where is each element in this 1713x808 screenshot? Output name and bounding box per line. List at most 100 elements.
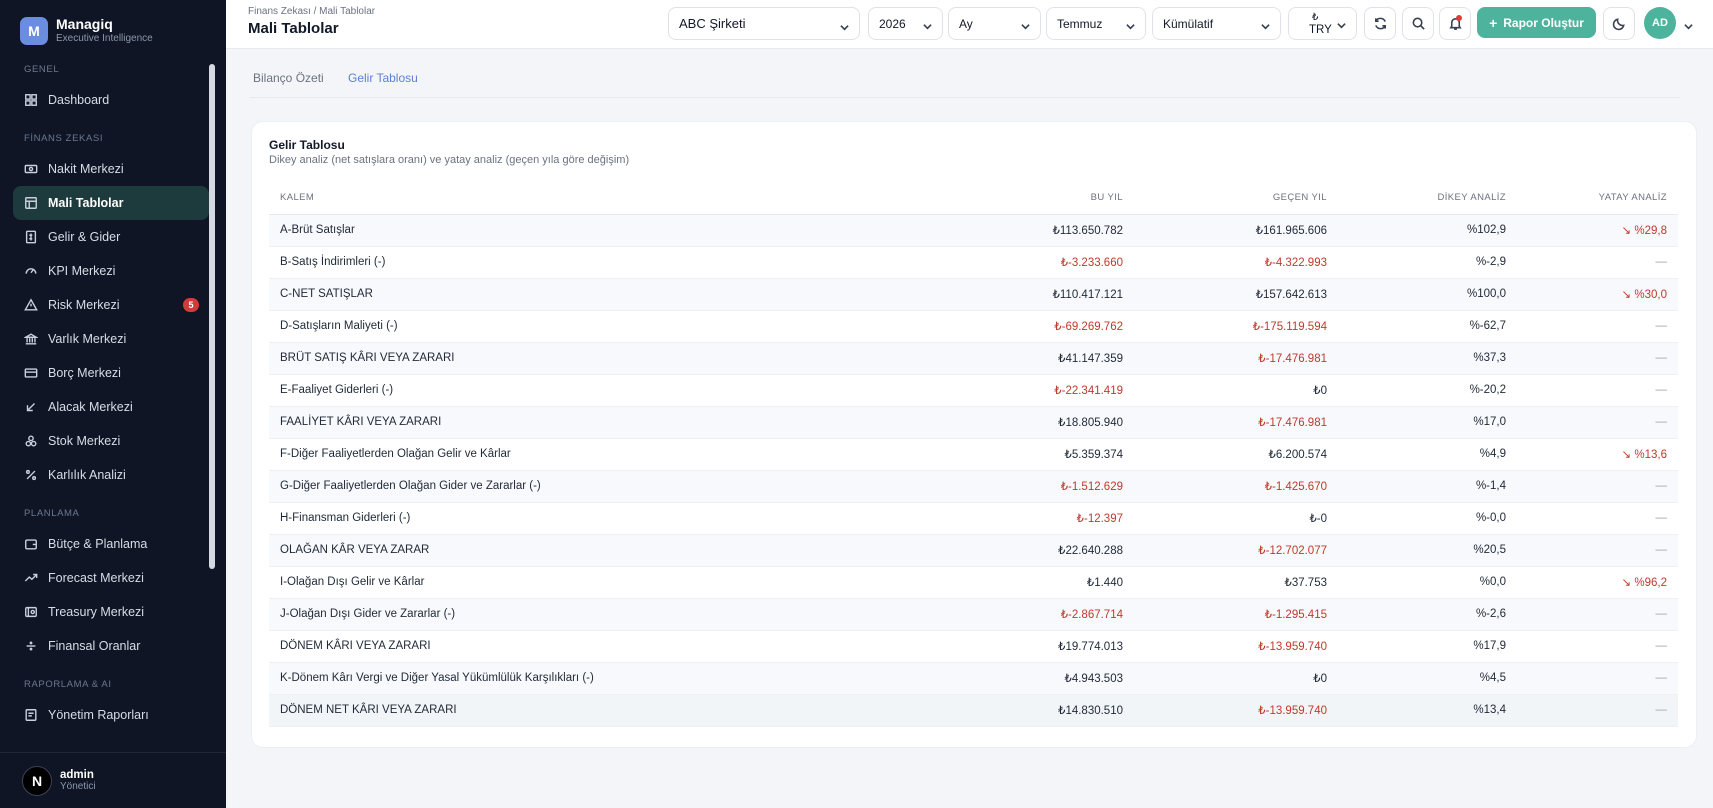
table-cell-vertical: %37,3	[1327, 342, 1506, 375]
sidebar-item[interactable]: Dashboard	[13, 83, 209, 117]
table-cell-current: ₺-12.397	[969, 502, 1123, 535]
sidebar-item[interactable]: Varlık Merkezi	[13, 322, 209, 356]
table-cell-item: FAALİYET KÂRI VEYA ZARARI	[269, 406, 969, 439]
table-row[interactable]: B-Satış İndirimleri (-) ₺-3.233.660 ₺-4.32…	[269, 246, 1678, 279]
trending-up-icon	[24, 571, 38, 585]
tab-balance-summary[interactable]: Bilanço Özeti	[253, 71, 324, 85]
sidebar-item-label: Alacak Merkezi	[48, 400, 133, 414]
table-cell-previous: ₺-12.702.077	[1123, 534, 1327, 567]
sidebar-item[interactable]: Treasury Merkezi	[13, 595, 209, 629]
currency-select[interactable]: ₺ TRY	[1288, 7, 1357, 40]
table-row[interactable]: A-Brüt Satışlar ₺113.650.782 ₺161.965.606%…	[269, 214, 1678, 247]
table-row[interactable]: BRÜT SATIŞ KÂRI VEYA ZARARI ₺41.147.359 ₺-…	[269, 342, 1678, 375]
table-cell-item: E-Faaliyet Giderleri (-)	[269, 374, 969, 407]
table-row[interactable]: E-Faaliyet Giderleri (-) ₺-22.341.419 ₺0 %-…	[269, 374, 1678, 407]
mode-select-value: Kümülatif	[1163, 16, 1214, 31]
sidebar-item[interactable]: Alacak Merkezi	[13, 390, 209, 424]
sidebar-item-label: Mali Tablolar	[48, 196, 124, 210]
percent-icon	[24, 468, 38, 482]
brand-name: Managiq	[56, 16, 113, 32]
user-name: admin	[60, 769, 94, 781]
table-cell-previous: ₺-17.476.981	[1123, 406, 1327, 439]
tab-income-statement[interactable]: Gelir Tablosu	[348, 71, 418, 85]
income-statement-card: Gelir Tablosu Dikey analiz (net satışlar…	[251, 121, 1697, 748]
user-role: Yönetici	[60, 781, 96, 792]
sidebar-item[interactable]: Forecast Merkezi	[13, 561, 209, 595]
table-cell-item: OLAĞAN KÂR VEYA ZARAR	[269, 534, 969, 567]
table-row[interactable]: DÖNEM NET KÂRI VEYA ZARARI ₺14.830.510 ₺-1…	[269, 694, 1678, 727]
chevron-down-icon	[1126, 20, 1135, 30]
notification-dot	[1456, 15, 1462, 21]
table-cell-current: ₺113.650.782	[969, 214, 1123, 247]
sidebar-item[interactable]: KPI Merkezi	[13, 254, 209, 288]
table-cell-current: ₺1.440	[969, 566, 1123, 599]
sidebar-item[interactable]: Stok Merkezi	[13, 424, 209, 458]
sidebar-item[interactable]: Gelir & Gider	[13, 220, 209, 254]
sidebar-scrollbar[interactable]	[209, 64, 215, 569]
currency-code: TRY	[1309, 23, 1332, 36]
card-subtitle: Dikey analiz (net satışlara oranı) ve ya…	[269, 154, 630, 166]
theme-toggle-button[interactable]	[1603, 7, 1635, 40]
table-row[interactable]: J-Olağan Dışı Gider ve Zararlar (-) ₺-2.8…	[269, 598, 1678, 631]
month-select[interactable]: Temmuz	[1046, 7, 1146, 40]
sidebar-item[interactable]: Risk Merkezi 5	[13, 288, 209, 322]
notifications-button[interactable]	[1439, 7, 1471, 40]
table-cell-current: ₺110.417.121	[969, 278, 1123, 311]
table-cell-current: ₺-22.341.419	[969, 374, 1123, 407]
table-cell-vertical: %-1,4	[1327, 470, 1506, 503]
chevron-down-icon[interactable]	[1684, 18, 1693, 30]
table-cell-current: ₺5.359.374	[969, 438, 1123, 471]
refresh-button[interactable]	[1364, 7, 1396, 40]
column-header[interactable]: DİKEY ANALİZ	[1327, 182, 1506, 215]
currency-symbol: ₺	[1312, 11, 1319, 23]
table-cell-current: ₺-1.512.629	[969, 470, 1123, 503]
account-avatar[interactable]: AD	[1644, 7, 1676, 39]
table-row[interactable]: D-Satışların Maliyeti (-) ₺-69.269.762 ₺-1…	[269, 310, 1678, 343]
period-type-select[interactable]: Ay	[948, 7, 1041, 40]
sidebar-item[interactable]: Nakit Merkezi	[13, 152, 209, 186]
table-row[interactable]: C-NET SATIŞLAR ₺110.417.121 ₺157.642.613 %1…	[269, 278, 1678, 311]
table-cell-current: ₺18.805.940	[969, 406, 1123, 439]
sidebar-item[interactable]: Finansal Oranlar	[13, 629, 209, 663]
period-type-value: Ay	[959, 16, 973, 31]
sidebar-item[interactable]: Yönetim Raporları	[13, 698, 209, 732]
create-report-label: Rapor Oluştur	[1503, 15, 1584, 30]
user-avatar: N	[22, 765, 52, 796]
sidebar-item[interactable]: Mali Tablolar	[13, 186, 209, 220]
search-button[interactable]	[1402, 7, 1434, 40]
table-cell-item: C-NET SATIŞLAR	[269, 278, 969, 311]
sidebar-item[interactable]: Karlılık Analizi	[13, 458, 209, 492]
sidebar-item[interactable]: Borç Merkezi	[13, 356, 209, 390]
table-cell-horizontal: —	[1506, 342, 1678, 375]
table-row[interactable]: OLAĞAN KÂR VEYA ZARAR ₺22.640.288 ₺-12.702…	[269, 534, 1678, 567]
table-cell-previous: ₺161.965.606	[1123, 214, 1327, 247]
column-header[interactable]: YATAY ANALİZ	[1506, 182, 1678, 215]
column-header[interactable]: GEÇEN YIL	[1123, 182, 1327, 215]
column-header[interactable]: BU YIL	[969, 182, 1123, 215]
brand[interactable]: M Managiq Executive Intelligence	[20, 16, 153, 46]
year-select-value: 2026	[879, 16, 906, 31]
table-cell-vertical: %17,9	[1327, 630, 1506, 663]
table-row[interactable]: I-Olağan Dışı Gelir ve Kârlar ₺1.440 ₺37.7…	[269, 566, 1678, 599]
year-select[interactable]: 2026	[868, 7, 943, 40]
sidebar-item-label: Dashboard	[48, 93, 110, 107]
table-row[interactable]: H-Finansman Giderleri (-) ₺-12.397 ₺-0 %-0,…	[269, 502, 1678, 535]
divide-icon	[24, 639, 38, 653]
table-cell-item: I-Olağan Dışı Gelir ve Kârlar	[269, 566, 969, 599]
table-cell-item: G-Diğer Faaliyetlerden Olağan Gider ve Z…	[269, 470, 969, 503]
column-header[interactable]: KALEM	[269, 182, 969, 215]
company-select[interactable]: ABC Şirketi	[668, 7, 860, 40]
mode-select[interactable]: Kümülatif	[1152, 7, 1281, 40]
table-row[interactable]: F-Diğer Faaliyetlerden Olağan Gelir ve K…	[269, 438, 1678, 471]
wallet-icon	[24, 537, 38, 551]
table-row[interactable]: DÖNEM KÂRI VEYA ZARARI ₺19.774.013 ₺-13.95…	[269, 630, 1678, 663]
company-select-value: ABC Şirketi	[679, 16, 746, 31]
create-report-button[interactable]: + Rapor Oluştur	[1477, 7, 1596, 38]
table-row[interactable]: G-Diğer Faaliyetlerden Olağan Gider ve Z…	[269, 470, 1678, 503]
table-icon	[24, 196, 38, 210]
table-row[interactable]: FAALİYET KÂRI VEYA ZARARI ₺18.805.940 ₺-17…	[269, 406, 1678, 439]
sidebar-item[interactable]: Bütçe & Planlama	[13, 527, 209, 561]
user-profile[interactable]: N admin Yönetici	[0, 752, 226, 808]
vault-icon	[24, 605, 38, 619]
table-row[interactable]: K-Dönem Kârı Vergi ve Diğer Yasal Yüküml…	[269, 662, 1678, 695]
